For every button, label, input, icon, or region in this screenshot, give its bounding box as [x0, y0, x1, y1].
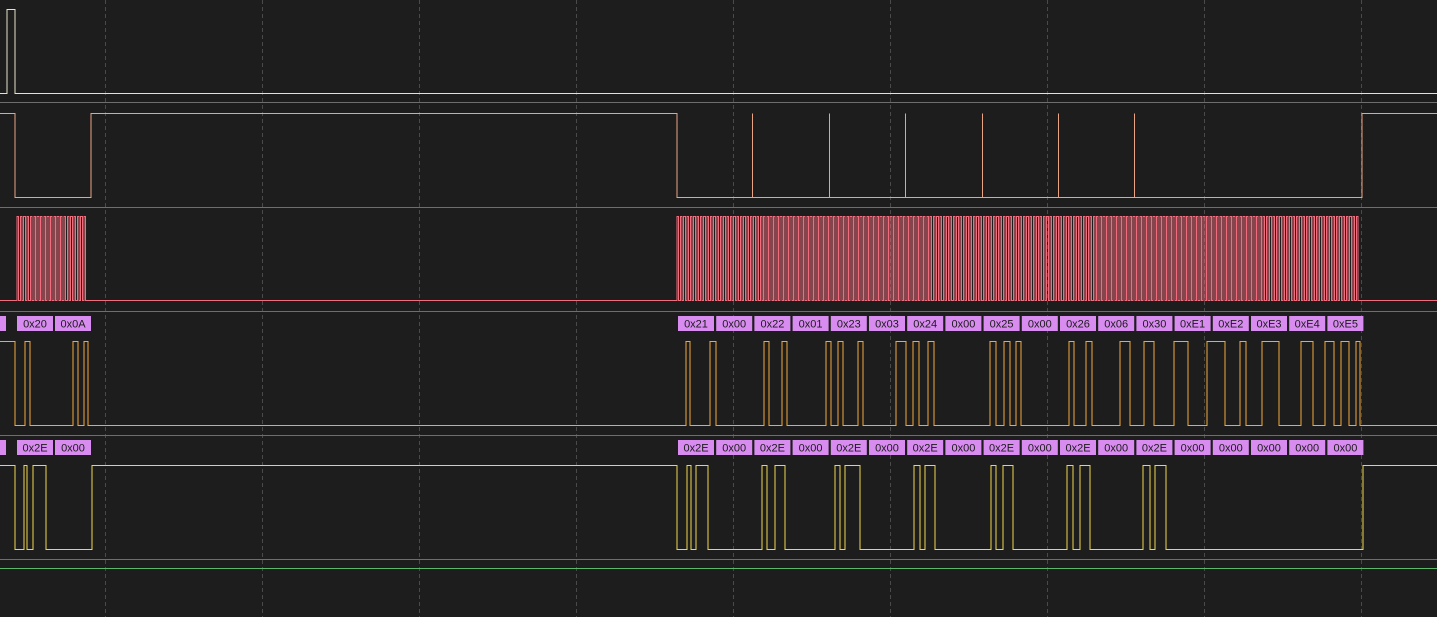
- decoded-byte[interactable]: 0x00: [716, 440, 753, 455]
- decoded-byte-label: 0xE1: [1180, 319, 1205, 331]
- channel-1-enable-trace[interactable]: [0, 113, 1437, 198]
- channel-4-mosi-trace[interactable]: [0, 465, 1437, 550]
- decoded-byte-label: 0x24: [913, 319, 937, 331]
- decoded-byte-label: 0x0A: [60, 319, 86, 331]
- decoded-byte-label: 0x00: [1295, 443, 1319, 455]
- decoded-byte-label: 0x2E: [1142, 443, 1167, 455]
- decoded-byte[interactable]: 0x20: [17, 316, 53, 331]
- decoded-byte[interactable]: 0x2E: [1060, 440, 1096, 455]
- decoded-byte-label: 0x20: [23, 319, 47, 331]
- decoded-byte-label: 0x00: [875, 443, 899, 455]
- decoded-byte-label: 0xE4: [1295, 319, 1320, 331]
- decoded-byte-label: 0x2E: [913, 443, 938, 455]
- decoded-byte-label: 0x00: [1219, 443, 1243, 455]
- channel-2-clock-trace[interactable]: [0, 216, 1437, 301]
- decoded-byte-label: 0x2E: [760, 443, 785, 455]
- decoded-byte[interactable]: 0x2E: [830, 440, 867, 455]
- decoded-byte[interactable]: 0x00: [716, 316, 753, 331]
- decoded-byte[interactable]: 0x00: [945, 316, 982, 331]
- decoded-byte-label: 0x26: [1066, 319, 1090, 331]
- decoded-byte-label: 0x06: [1104, 319, 1128, 331]
- channel-1-signal: [0, 113, 1437, 198]
- logic-analyzer-waveform-view[interactable]: 0x20 0x0A 0x21 0x00 0x22 0x01 0x23 0x03 0x24 0x00…: [0, 0, 1437, 617]
- waveform-canvas[interactable]: 0x20 0x0A 0x21 0x00 0x22 0x01 0x23 0x03 0x24 0x00…: [0, 0, 1437, 617]
- decoded-byte-label: 0x00: [951, 319, 975, 331]
- decoder-row-miso[interactable]: 0x20 0x0A 0x21 0x00 0x22 0x01 0x23 0x03 0x24 0x00…: [0, 316, 1364, 331]
- decoded-byte-label: 0x30: [1142, 319, 1166, 331]
- decoded-byte-label: 0x01: [799, 319, 823, 331]
- decoded-byte-box: [0, 316, 6, 331]
- decoded-byte[interactable]: 0x22: [754, 316, 791, 331]
- decoded-byte-label: 0x25: [990, 319, 1014, 331]
- decoded-byte-label: 0x22: [760, 319, 784, 331]
- decoded-byte[interactable]: 0xE1: [1174, 316, 1211, 331]
- decoded-byte-box: [0, 440, 6, 455]
- decoded-byte-label: 0x00: [722, 319, 746, 331]
- decoded-byte-label: 0x00: [799, 443, 823, 455]
- decoded-byte[interactable]: 0x00: [1098, 440, 1135, 455]
- decoded-byte[interactable]: 0x2E: [907, 440, 944, 455]
- time-grid: [105, 0, 1362, 617]
- decoded-byte-label: 0xE2: [1218, 319, 1243, 331]
- decoded-byte[interactable]: 0x00: [792, 440, 829, 455]
- decoded-byte-label: 0x00: [1257, 443, 1281, 455]
- decoded-byte[interactable]: 0x2E: [754, 440, 791, 455]
- decoded-byte[interactable]: 0x00: [1289, 440, 1326, 455]
- channel-0-signal: [0, 9, 1437, 94]
- decoded-byte-label: 0x00: [1028, 319, 1052, 331]
- decoded-byte[interactable]: 0x00: [1021, 316, 1058, 331]
- decoded-byte[interactable]: 0x00: [945, 440, 982, 455]
- decoded-byte[interactable]: 0x00: [869, 440, 905, 455]
- decoded-byte[interactable]: 0xE2: [1212, 316, 1249, 331]
- decoder-row-mosi[interactable]: 0x2E 0x00 0x2E 0x00 0x2E 0x00 0x2E 0x00 0x2E 0x00…: [0, 440, 1364, 455]
- decoded-byte[interactable]: 0x0A: [55, 316, 91, 331]
- decoded-byte-label: 0xE5: [1333, 319, 1358, 331]
- decoded-byte[interactable]: 0x00: [55, 440, 91, 455]
- decoded-byte-label: 0x21: [684, 319, 708, 331]
- decoded-byte[interactable]: 0x2E: [17, 440, 53, 455]
- decoded-byte[interactable]: 0x01: [792, 316, 829, 331]
- channel-2-signal: [0, 216, 1437, 301]
- decoded-byte[interactable]: 0x24: [907, 316, 944, 331]
- decoded-byte[interactable]: 0x06: [1098, 316, 1135, 331]
- decoded-byte[interactable]: 0x2E: [1136, 440, 1173, 455]
- decoded-byte-label: 0x00: [1181, 443, 1205, 455]
- decoded-byte-label: 0x00: [1333, 443, 1357, 455]
- decoded-byte[interactable]: [0, 316, 6, 331]
- decoded-byte[interactable]: 0x00: [1021, 440, 1058, 455]
- decoded-byte[interactable]: 0x00: [1251, 440, 1287, 455]
- decoded-byte-label: 0x00: [951, 443, 975, 455]
- decoded-byte[interactable]: 0x2E: [983, 440, 1020, 455]
- decoded-byte-label: 0x2E: [683, 443, 708, 455]
- decoded-byte[interactable]: 0x2E: [678, 440, 714, 455]
- decoded-byte[interactable]: 0x00: [1327, 440, 1364, 455]
- decoded-byte[interactable]: 0x00: [1174, 440, 1211, 455]
- decoded-byte-label: 0x03: [875, 319, 899, 331]
- decoded-byte-label: 0x00: [61, 443, 85, 455]
- decoded-byte-label: 0x23: [837, 319, 861, 331]
- channel-4-signal: [0, 465, 1437, 550]
- decoded-byte[interactable]: 0x21: [678, 316, 714, 331]
- decoded-byte[interactable]: 0xE5: [1327, 316, 1364, 331]
- decoded-byte[interactable]: 0x25: [983, 316, 1020, 331]
- decoded-byte-label: 0x2E: [22, 443, 47, 455]
- decoded-byte[interactable]: 0xE3: [1251, 316, 1287, 331]
- decoded-byte[interactable]: 0x00: [1212, 440, 1249, 455]
- channel-0-trace[interactable]: [0, 9, 1437, 94]
- decoded-byte-label: 0x2E: [836, 443, 861, 455]
- decoded-byte[interactable]: [0, 440, 6, 455]
- decoded-byte-label: 0x00: [722, 443, 746, 455]
- decoded-byte-label: 0xE3: [1256, 319, 1281, 331]
- decoded-byte-label: 0x2E: [1065, 443, 1090, 455]
- decoded-byte[interactable]: 0xE4: [1289, 316, 1326, 331]
- decoded-byte[interactable]: 0x03: [869, 316, 905, 331]
- decoded-byte-label: 0x00: [1104, 443, 1128, 455]
- decoded-byte[interactable]: 0x23: [830, 316, 867, 331]
- decoded-byte[interactable]: 0x26: [1060, 316, 1096, 331]
- channel-3-signal: [0, 341, 1437, 426]
- decoded-byte-label: 0x00: [1028, 443, 1052, 455]
- decoded-byte[interactable]: 0x30: [1136, 316, 1173, 331]
- channel-3-miso-trace[interactable]: [0, 341, 1437, 426]
- decoded-byte-label: 0x2E: [989, 443, 1014, 455]
